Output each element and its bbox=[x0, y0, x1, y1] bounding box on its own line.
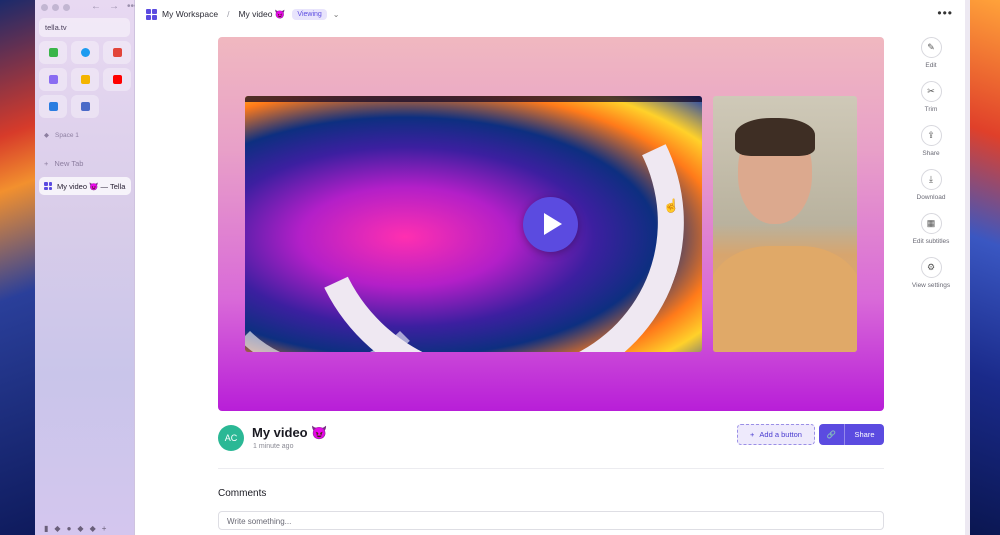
url-text: tella.tv bbox=[45, 23, 67, 32]
space-dot-icon[interactable]: ◆ bbox=[77, 524, 83, 533]
download-button[interactable]: ⤓ Download bbox=[902, 169, 960, 213]
breadcrumb-separator: / bbox=[227, 9, 230, 19]
view-settings-button[interactable]: ⚙ View settings bbox=[902, 257, 960, 301]
nav-arrows: ← → ••• bbox=[91, 1, 138, 12]
favorites-grid bbox=[39, 41, 131, 118]
favorite-youtube[interactable] bbox=[103, 68, 131, 91]
screen-recording: ☝ bbox=[245, 96, 702, 352]
link-icon[interactable]: 🔗 bbox=[819, 424, 845, 445]
tab-label: My video 😈 — Tella bbox=[57, 181, 126, 191]
breadcrumb-workspace[interactable]: My Workspace bbox=[162, 9, 218, 19]
favorite-bird[interactable] bbox=[103, 41, 131, 64]
tella-tab-icon bbox=[44, 182, 52, 190]
url-bar[interactable]: tella.tv bbox=[39, 18, 130, 37]
twitter-icon bbox=[80, 48, 90, 57]
youtube-icon bbox=[112, 75, 122, 84]
files-icon bbox=[48, 102, 58, 111]
favorite-sheets[interactable] bbox=[39, 41, 67, 64]
sidebar-bottom-bar: ▮ ◆ ● ◆ ◆ + bbox=[44, 524, 106, 533]
share-action-button[interactable]: ⇪ Share bbox=[902, 125, 960, 169]
scissors-icon: ✂ bbox=[920, 81, 942, 102]
edit-button[interactable]: ✎ Edit bbox=[902, 37, 960, 81]
video-player[interactable]: ☝ bbox=[218, 37, 884, 411]
camera-recording bbox=[713, 96, 857, 352]
plus-icon: + bbox=[750, 430, 755, 439]
pencil-icon: ✎ bbox=[920, 37, 942, 58]
drive-icon bbox=[80, 75, 90, 84]
chevron-down-icon[interactable]: ⌄ bbox=[333, 10, 340, 19]
plus-icon: + bbox=[44, 159, 49, 168]
viewing-badge: Viewing bbox=[292, 8, 327, 20]
hand-cursor-icon: ☝ bbox=[663, 198, 680, 213]
play-button[interactable] bbox=[523, 197, 578, 252]
video-timestamp: 1 minute ago bbox=[253, 443, 294, 450]
subtitles-icon: ▦ bbox=[920, 213, 942, 234]
bird-icon bbox=[112, 48, 122, 57]
share-button[interactable]: 🔗 Share bbox=[819, 424, 884, 445]
window-controls[interactable] bbox=[41, 4, 70, 11]
archive-icon[interactable]: ▮ bbox=[44, 524, 48, 533]
tella-icon bbox=[48, 75, 58, 84]
favorite-tella[interactable] bbox=[39, 68, 67, 91]
space-dot-icon[interactable]: ◆ bbox=[54, 524, 60, 533]
video-actions: ✎ Edit ✂ Trim ⇪ Share ⤓ Download ▦ Edit subti… bbox=[902, 37, 960, 301]
scrollbar[interactable] bbox=[965, 0, 970, 535]
new-tab-button[interactable]: + New Tab bbox=[44, 159, 83, 168]
add-a-button[interactable]: + Add a button bbox=[737, 424, 815, 445]
edit-subtitles-button[interactable]: ▦ Edit subtitles bbox=[902, 213, 960, 257]
favorite-twitter[interactable] bbox=[71, 41, 99, 64]
sidebar-tab-active[interactable]: My video 😈 — Tella bbox=[39, 177, 131, 195]
main-content: My Workspace / My video 😈 Viewing ⌄ ••• … bbox=[135, 0, 970, 535]
desktop-wallpaper-right bbox=[965, 0, 1000, 535]
sheets-icon bbox=[48, 48, 58, 57]
breadcrumb: My Workspace / My video 😈 Viewing ⌄ bbox=[135, 0, 965, 28]
favorite-drive[interactable] bbox=[71, 68, 99, 91]
comment-input[interactable]: Write something... bbox=[218, 511, 884, 530]
space-label[interactable]: ◆ Space 1 bbox=[44, 131, 79, 140]
comments-heading: Comments bbox=[218, 488, 267, 499]
browser-sidebar: ← → ••• tella.tv ◆ Space 1 + New Tab My vi… bbox=[35, 0, 138, 535]
avatar: AC bbox=[218, 425, 244, 451]
share-icon: ⇪ bbox=[920, 125, 942, 146]
app-icon bbox=[80, 102, 90, 111]
back-arrow-icon[interactable]: ← bbox=[91, 1, 101, 12]
favorite-files[interactable] bbox=[39, 95, 67, 118]
space-dot-icon[interactable]: ● bbox=[67, 524, 72, 533]
more-options-button[interactable]: ••• bbox=[937, 6, 953, 20]
space-dot-icon[interactable]: ◆ bbox=[90, 524, 96, 533]
space-icon: ◆ bbox=[44, 132, 49, 139]
video-title: My video 😈 bbox=[252, 425, 328, 440]
workspace-icon bbox=[146, 8, 157, 20]
favorite-app[interactable] bbox=[71, 95, 99, 118]
desktop-wallpaper-left bbox=[0, 0, 40, 535]
forward-arrow-icon[interactable]: → bbox=[109, 1, 119, 12]
download-icon: ⤓ bbox=[920, 169, 942, 190]
breadcrumb-video[interactable]: My video 😈 bbox=[238, 9, 285, 20]
divider bbox=[218, 468, 884, 469]
add-space-icon[interactable]: + bbox=[102, 524, 107, 533]
gear-icon: ⚙ bbox=[920, 257, 942, 278]
trim-button[interactable]: ✂ Trim bbox=[902, 81, 960, 125]
mac-menubar bbox=[245, 96, 702, 102]
